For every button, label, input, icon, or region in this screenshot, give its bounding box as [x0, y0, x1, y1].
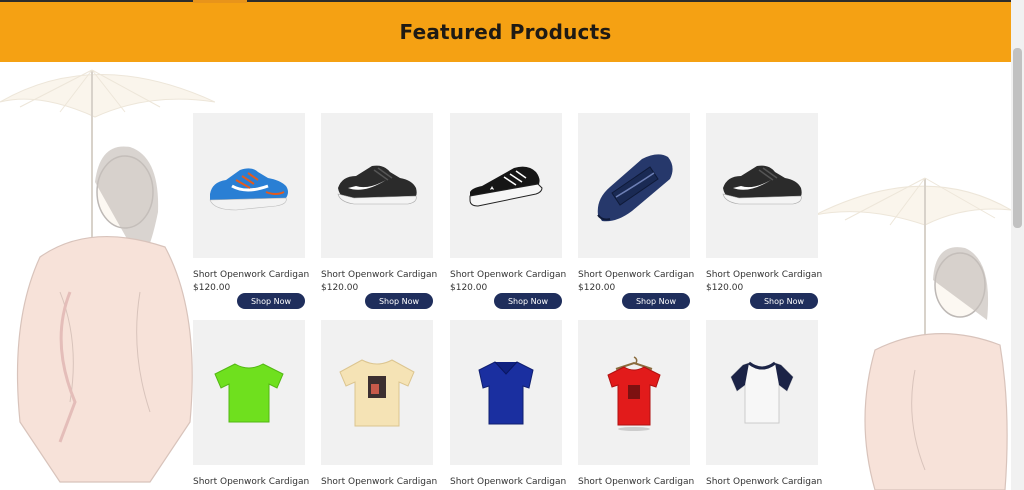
green-tshirt-image[interactable] — [193, 320, 305, 465]
black-nike-shoe-image[interactable] — [706, 113, 818, 258]
product-card[interactable]: Short Openwork Cardigan $120.00 Shop Now — [706, 113, 823, 309]
white-navy-raglan-tshirt-image[interactable] — [706, 320, 818, 465]
shop-now-button[interactable]: Shop Now — [494, 293, 562, 309]
page: Featured Products Short Openwork Cardiga… — [0, 0, 1024, 490]
cream-graphic-tshirt-image[interactable] — [321, 320, 433, 465]
woman-umbrella-background-right — [815, 177, 1011, 490]
black-converse-sneaker-image[interactable] — [450, 113, 562, 258]
product-card[interactable]: Short Openwork Cardigan — [450, 320, 567, 487]
product-card[interactable]: Short Openwork Cardigan — [706, 320, 823, 487]
product-name: Short Openwork Cardigan — [193, 477, 310, 487]
vertical-scrollbar[interactable] — [1011, 0, 1024, 490]
banner-accent — [193, 0, 247, 3]
product-price: $120.00 — [321, 283, 359, 293]
product-name: Short Openwork Cardigan — [706, 477, 823, 487]
product-price: $120.00 — [450, 283, 488, 293]
shop-now-button[interactable]: Shop Now — [365, 293, 433, 309]
shop-now-button[interactable]: Shop Now — [237, 293, 305, 309]
blue-running-shoe-image[interactable] — [193, 113, 305, 258]
product-price: $120.00 — [193, 283, 231, 293]
product-name: Short Openwork Cardigan — [578, 477, 695, 487]
black-nike-shoe-image[interactable] — [321, 113, 433, 258]
product-card[interactable]: Short Openwork Cardigan — [321, 320, 438, 487]
product-name: Short Openwork Cardigan — [450, 477, 567, 487]
shop-now-button[interactable]: Shop Now — [750, 293, 818, 309]
product-card[interactable]: Short Openwork Cardigan $120.00 Shop Now — [450, 113, 567, 309]
woman-umbrella-background-left — [0, 69, 215, 483]
product-card[interactable]: Short Openwork Cardigan $120.00 Shop Now — [578, 113, 695, 309]
product-card[interactable]: Short Openwork Cardigan $120.00 Shop Now — [193, 113, 310, 309]
product-card[interactable]: Short Openwork Cardigan — [193, 320, 310, 487]
product-name: Short Openwork Cardigan — [193, 270, 310, 280]
product-name: Short Openwork Cardigan — [321, 477, 438, 487]
red-tshirt-on-hanger-image[interactable] — [578, 320, 690, 465]
featured-products-banner: Featured Products — [0, 0, 1011, 62]
shop-now-button[interactable]: Shop Now — [622, 293, 690, 309]
navy-loafer-image[interactable] — [578, 113, 690, 258]
product-price: $120.00 — [706, 283, 744, 293]
product-price: $120.00 — [578, 283, 616, 293]
scrollbar-thumb[interactable] — [1013, 48, 1022, 228]
product-name: Short Openwork Cardigan — [578, 270, 695, 280]
blue-polo-shirt-image[interactable] — [450, 320, 562, 465]
product-card[interactable]: Short Openwork Cardigan — [578, 320, 695, 487]
product-card[interactable]: Short Openwork Cardigan $120.00 Shop Now — [321, 113, 438, 309]
product-name: Short Openwork Cardigan — [450, 270, 567, 280]
product-name: Short Openwork Cardigan — [706, 270, 823, 280]
product-name: Short Openwork Cardigan — [321, 270, 438, 280]
section-title: Featured Products — [399, 20, 612, 44]
